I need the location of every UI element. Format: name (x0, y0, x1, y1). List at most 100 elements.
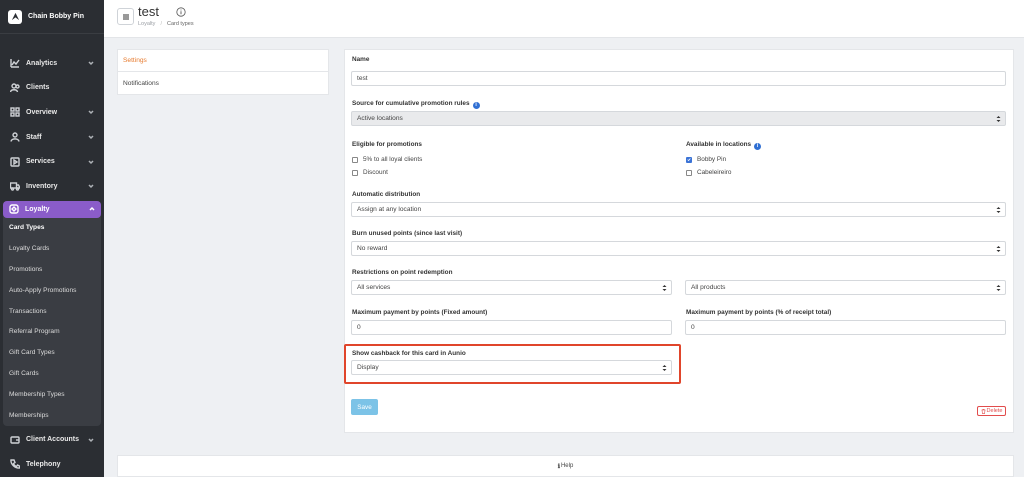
sidebar-item-label: Loyalty (25, 205, 50, 213)
eligible-option-5-percent[interactable]: 5% to all loyal clients (352, 156, 422, 163)
sidebar-item-label: Services (26, 158, 55, 166)
sidebar-item-staff[interactable]: Staff (0, 125, 104, 150)
max-fixed-input[interactable]: 0 (351, 320, 672, 335)
checkbox-label: Cabeleireiro (697, 169, 732, 176)
chevron-up-icon (89, 206, 95, 212)
sidebar-subitem-loyalty-cards[interactable]: Loyalty Cards (3, 238, 101, 259)
sidebar-item-clients[interactable]: Clients (0, 76, 104, 101)
select-arrows-icon (996, 116, 1001, 122)
chevron-down-icon (88, 109, 94, 115)
sidebar-item-client-accounts[interactable]: Client Accounts (0, 428, 104, 453)
settings-tabs: Settings Notifications (117, 49, 329, 95)
chart-icon (10, 58, 20, 68)
info-icon[interactable]: i (472, 102, 480, 109)
sidebar-item-label: Analytics (26, 59, 58, 67)
truck-icon (10, 181, 20, 191)
name-input[interactable]: test (351, 71, 1006, 86)
sidebar-item-inventory[interactable]: Inventory (0, 174, 104, 199)
sidebar-item-loyalty[interactable]: Loyalty (3, 200, 101, 218)
info-icon: ℹ (557, 463, 560, 470)
sidebar-item-label: Clients (26, 84, 50, 92)
info-icon[interactable] (176, 7, 186, 17)
checkbox[interactable] (352, 169, 358, 176)
select-arrows-icon (996, 246, 1001, 252)
max-percent-input[interactable]: 0 (685, 320, 1006, 335)
max-fixed-value: 0 (357, 324, 361, 331)
delete-button[interactable]: Delete (977, 406, 1006, 416)
distribution-select[interactable]: Assign at any location (351, 202, 1006, 217)
sidebar-item-telephony[interactable]: Telephony (0, 452, 104, 477)
chevron-down-icon (88, 437, 94, 443)
restrictions-services-value: All services (357, 284, 391, 291)
sidebar-subitem-transactions[interactable]: Transactions (3, 301, 101, 322)
sidebar-subitem-memberships[interactable]: Memberships (3, 405, 101, 426)
sidebar-subitem-gift-cards[interactable]: Gift Cards (3, 363, 101, 384)
location-option-cabeleireiro[interactable]: Cabeleireiro (686, 169, 731, 176)
sidebar-item-label: Client Accounts (26, 436, 80, 444)
sidebar-item-label: Inventory (26, 182, 58, 190)
chevron-down-icon (88, 134, 94, 140)
trash-icon (981, 408, 986, 414)
sidebar-subitem-auto-apply-promotions[interactable]: Auto-Apply Promotions (3, 280, 101, 301)
eligible-option-discount[interactable]: Discount (352, 169, 388, 176)
name-label: Name (352, 56, 370, 63)
breadcrumb-separator: / (160, 21, 162, 27)
page-title: test (138, 4, 159, 19)
burn-select[interactable]: No reward (351, 241, 1006, 256)
breadcrumb: Loyalty / Card types (138, 21, 194, 27)
tab-notifications[interactable]: Notifications (118, 72, 328, 94)
brand-name: Chain Bobby Pin (28, 13, 84, 20)
check-icon (687, 158, 691, 162)
select-arrows-icon (996, 207, 1001, 213)
restrictions-products-value: All products (691, 284, 726, 291)
checkbox-label: 5% to all loyal clients (363, 156, 423, 163)
source-label: Source for cumulative promotion rules i (352, 100, 480, 109)
chevron-down-icon (88, 159, 94, 165)
help-footer[interactable]: ℹ Help (117, 455, 1014, 477)
max-fixed-label: Maximum payment by points (Fixed amount) (352, 309, 488, 316)
checkbox-label: Bobby Pin (697, 156, 727, 163)
source-select[interactable]: Active locations (351, 111, 1006, 126)
help-link[interactable]: Help (561, 463, 573, 469)
chevron-down-icon (88, 183, 94, 189)
restrictions-label: Restrictions on point redemption (352, 269, 453, 276)
tab-settings[interactable]: Settings (118, 50, 328, 72)
select-arrows-icon (996, 285, 1001, 291)
source-label-text: Source for cumulative promotion rules (352, 100, 470, 107)
distribution-select-value: Assign at any location (357, 206, 422, 213)
sidebar-subitem-referral-program[interactable]: Referral Program (3, 322, 101, 343)
menu-toggle-button[interactable] (117, 8, 134, 25)
top-header: test Loyalty / Card types (104, 0, 1024, 38)
users-icon (10, 83, 20, 93)
restrictions-services-select[interactable]: All services (351, 280, 672, 295)
sidebar-item-label: Staff (26, 133, 42, 141)
sidebar-item-services[interactable]: Services (0, 149, 104, 174)
location-option-bobby-pin[interactable]: Bobby Pin (686, 156, 726, 163)
max-percent-value: 0 (691, 324, 695, 331)
breadcrumb-item-card-types: Card types (166, 21, 194, 27)
breadcrumb-item-loyalty[interactable]: Loyalty (138, 21, 155, 27)
sidebar-subitem-gift-card-types[interactable]: Gift Card Types (3, 342, 101, 363)
save-button[interactable]: Save (351, 399, 378, 415)
source-select-value: Active locations (357, 115, 403, 122)
name-input-value: test (357, 75, 368, 82)
sidebar-item-analytics[interactable]: Analytics (0, 51, 104, 76)
checkbox-checked[interactable] (686, 156, 692, 163)
sidebar-subitem-card-types[interactable]: Card Types (3, 218, 101, 239)
sidebar-nav: Analytics Clients Overview Staff Service… (0, 34, 104, 477)
restrictions-products-select[interactable]: All products (685, 280, 1006, 295)
chevron-down-icon (88, 60, 94, 66)
sidebar-item-overview[interactable]: Overview (0, 100, 104, 125)
sidebar-subitem-membership-types[interactable]: Membership Types (3, 384, 101, 405)
cashback-highlight-box (344, 344, 681, 384)
phone-icon (10, 459, 20, 470)
sidebar-item-label: Telephony (26, 460, 61, 468)
sidebar-subitem-promotions[interactable]: Promotions (3, 259, 101, 280)
person-icon (10, 132, 20, 142)
info-icon[interactable]: i (754, 143, 762, 150)
brand[interactable]: Chain Bobby Pin (0, 0, 104, 34)
burn-label: Burn unused points (since last visit) (352, 230, 463, 237)
checkbox[interactable] (686, 169, 692, 176)
checkbox[interactable] (352, 156, 358, 163)
hamburger-icon (122, 14, 129, 19)
